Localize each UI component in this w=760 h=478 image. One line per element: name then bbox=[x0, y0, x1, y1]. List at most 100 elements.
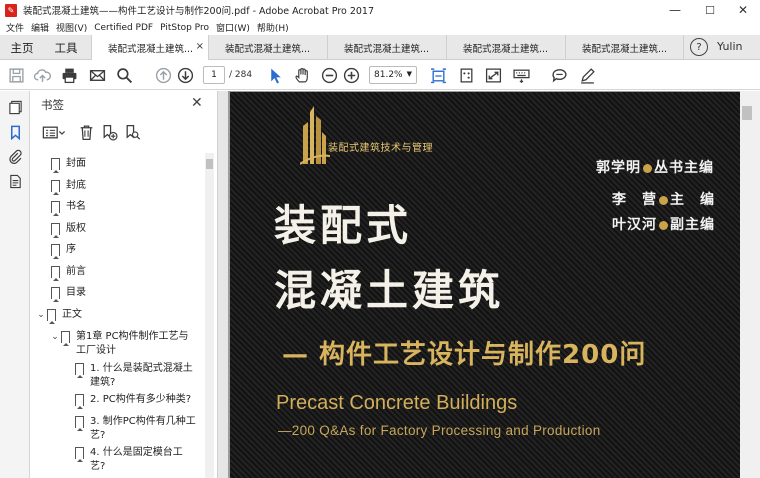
prev-page-icon[interactable] bbox=[152, 64, 174, 86]
bookmark-item[interactable]: 3. 制作PC构件有几种工 艺? bbox=[63, 415, 196, 443]
menu-window[interactable]: 窗口(W) bbox=[216, 21, 250, 34]
acrobat-app-icon: ✎ bbox=[5, 3, 17, 17]
bookmark-options-icon[interactable] bbox=[39, 121, 69, 143]
fullscreen-icon[interactable] bbox=[482, 64, 504, 86]
bookmark-item[interactable]: ⌄ 正文 bbox=[35, 308, 82, 324]
print-icon[interactable] bbox=[58, 64, 80, 86]
keyboard-icon[interactable] bbox=[510, 64, 532, 86]
document-view[interactable]: 装配式建筑技术与管理 郭学明 丛书主编 李 营主 编 叶汉河 副主编 装配式 混凝土… bbox=[228, 91, 760, 478]
hand-icon[interactable] bbox=[291, 64, 313, 86]
editor-chief: 郭学明 丛书主编 bbox=[596, 160, 714, 176]
bookmark-icon bbox=[75, 394, 84, 409]
document-properties-icon[interactable] bbox=[6, 172, 24, 190]
bookmark-item[interactable]: 书名 bbox=[39, 200, 86, 216]
bookmark-item[interactable]: 2. PC构件有多少种类? bbox=[63, 393, 191, 409]
zoom-in-icon[interactable] bbox=[340, 64, 362, 86]
document-tab-label: 装配式混凝土建筑... bbox=[108, 43, 194, 55]
close-panel-icon[interactable]: ✕ bbox=[191, 95, 203, 111]
fit-width-icon[interactable] bbox=[427, 64, 449, 86]
document-tab[interactable]: 装配式混凝土建筑... bbox=[446, 35, 565, 60]
page-number-input[interactable]: 1 bbox=[203, 66, 225, 84]
search-icon[interactable] bbox=[113, 64, 135, 86]
pen-icon[interactable] bbox=[576, 64, 598, 86]
bookmark-item[interactable]: 1. 什么是装配式混凝土 建筑? bbox=[63, 362, 193, 390]
next-page-icon[interactable] bbox=[174, 64, 196, 86]
zoom-out-icon[interactable] bbox=[318, 64, 340, 86]
rotate-icon[interactable] bbox=[455, 64, 477, 86]
close-tab-icon[interactable]: × bbox=[196, 41, 204, 52]
cover-subtitle: — 构件工艺设计与制作200问 bbox=[282, 340, 647, 370]
left-navigation-rail bbox=[0, 91, 30, 478]
document-tab-label: 装配式混凝土建筑... bbox=[463, 43, 549, 55]
expand-chevron-icon[interactable]: ⌄ bbox=[35, 308, 47, 322]
find-bookmark-icon[interactable] bbox=[121, 121, 143, 143]
document-tab-active[interactable]: 装配式混凝土建筑... × bbox=[91, 35, 208, 60]
bookmark-item[interactable]: 封底 bbox=[39, 179, 86, 195]
cover-title-line1: 装配式 bbox=[274, 201, 413, 250]
tab-home[interactable]: 主页 bbox=[0, 35, 44, 60]
minimize-button[interactable]: — bbox=[658, 0, 692, 20]
attachment-icon[interactable] bbox=[6, 147, 24, 165]
close-button[interactable]: ✕ bbox=[726, 0, 760, 20]
panel-splitter[interactable] bbox=[217, 91, 228, 478]
scrollbar-thumb[interactable] bbox=[742, 106, 752, 120]
book-cover-page: 装配式建筑技术与管理 郭学明 丛书主编 李 营主 编 叶汉河 副主编 装配式 混凝土… bbox=[230, 92, 740, 478]
document-tab[interactable]: 装配式混凝土建筑... bbox=[565, 35, 684, 60]
tab-tools[interactable]: 工具 bbox=[44, 35, 88, 60]
chevron-down-icon: ▼ bbox=[406, 70, 412, 78]
upload-icon[interactable] bbox=[31, 64, 53, 86]
document-tab[interactable]: 装配式混凝土建筑... bbox=[327, 35, 446, 60]
bookmark-icon bbox=[51, 223, 60, 238]
bookmark-icon bbox=[75, 447, 84, 462]
bookmark-icon bbox=[51, 180, 60, 195]
bookmark-item[interactable]: ⌄ 第1章 PC构件制作工艺与 工厂设计 bbox=[49, 330, 189, 358]
page-thumbnails-icon[interactable] bbox=[6, 98, 24, 116]
separator-dot-icon bbox=[659, 195, 668, 205]
zoom-level-select[interactable]: 81.2% ▼ bbox=[369, 66, 417, 84]
document-tab-label: 装配式混凝土建筑... bbox=[582, 43, 668, 55]
bookmark-icon bbox=[51, 287, 60, 302]
separator-dot-icon bbox=[643, 163, 652, 173]
cover-english-title: Precast Concrete Buildings bbox=[276, 392, 518, 414]
bookmark-item[interactable]: 序 bbox=[39, 243, 76, 259]
cover-title-line2: 混凝土建筑 bbox=[274, 266, 505, 315]
editor-main: 李 营主 编 bbox=[612, 192, 715, 208]
menu-edit[interactable]: 编辑 bbox=[31, 21, 49, 34]
document-tab-label: 装配式混凝土建筑... bbox=[344, 43, 430, 55]
bookmark-icon bbox=[51, 158, 60, 173]
menu-view[interactable]: 视图(V) bbox=[56, 21, 87, 34]
expand-chevron-icon[interactable]: ⌄ bbox=[49, 330, 61, 344]
menu-file[interactable]: 文件 bbox=[6, 21, 24, 34]
bookmark-item[interactable]: 目录 bbox=[39, 286, 86, 302]
bookmark-item[interactable]: 前言 bbox=[39, 265, 86, 281]
bookmark-icon bbox=[51, 201, 60, 216]
series-name: 装配式建筑技术与管理 bbox=[328, 143, 433, 154]
menu-help[interactable]: 帮助(H) bbox=[257, 21, 289, 34]
window-title: 装配式混凝土建筑——构件工艺设计与制作200问.pdf - Adobe Acro… bbox=[23, 6, 375, 17]
bookmarks-header: 书签 bbox=[41, 98, 64, 112]
bookmark-panel-icon[interactable] bbox=[6, 123, 24, 141]
user-account[interactable]: Yulin bbox=[717, 40, 743, 53]
document-tab-label: 装配式混凝土建筑... bbox=[225, 43, 311, 55]
bookmark-item[interactable]: 版权 bbox=[39, 222, 86, 238]
menu-certified-pdf[interactable]: Certified PDF bbox=[94, 23, 153, 33]
maximize-button[interactable]: ☐ bbox=[693, 0, 727, 20]
document-tab[interactable]: 装配式混凝土建筑... bbox=[208, 35, 327, 60]
bookmark-scrollbar[interactable] bbox=[205, 153, 214, 478]
select-arrow-icon[interactable] bbox=[264, 64, 286, 86]
mail-icon[interactable] bbox=[86, 64, 108, 86]
help-icon[interactable]: ? bbox=[690, 38, 708, 56]
new-bookmark-icon[interactable] bbox=[98, 121, 120, 143]
bookmark-item[interactable]: 4. 什么是固定模台工 艺? bbox=[63, 446, 183, 474]
menu-pitstop-pro[interactable]: PitStop Pro bbox=[160, 23, 209, 33]
separator-dot-icon bbox=[659, 220, 668, 230]
toolbar: 1 / 284 81.2% ▼ bbox=[0, 60, 760, 90]
document-scrollbar[interactable] bbox=[740, 91, 760, 478]
bookmark-item[interactable]: 封面 bbox=[39, 157, 86, 173]
delete-bookmark-icon[interactable] bbox=[75, 121, 97, 143]
scrollbar-thumb[interactable] bbox=[206, 159, 213, 169]
editor-vice: 叶汉河 副主编 bbox=[612, 217, 715, 233]
save-icon[interactable] bbox=[5, 64, 27, 86]
title-bar: ✎ 装配式混凝土建筑——构件工艺设计与制作200问.pdf - Adobe Ac… bbox=[0, 0, 760, 20]
comment-icon[interactable] bbox=[548, 64, 570, 86]
